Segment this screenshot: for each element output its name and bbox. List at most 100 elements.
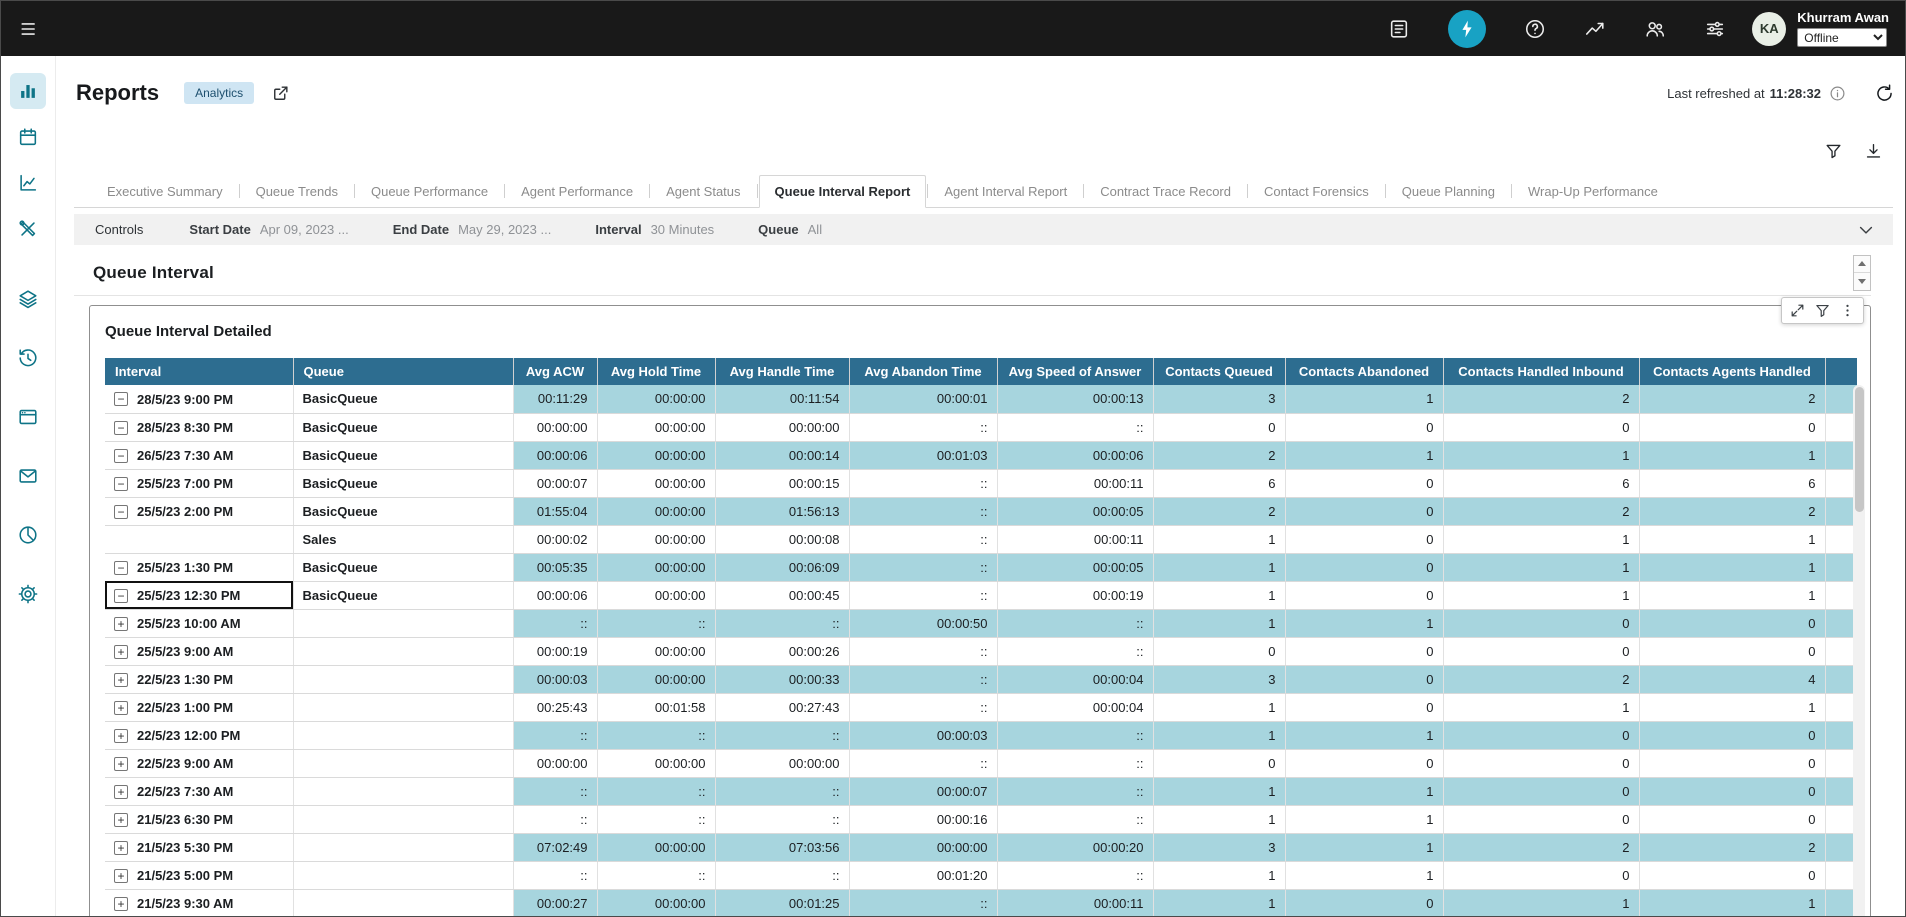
metric-cell[interactable]: 2 <box>1639 833 1825 861</box>
metric-cell[interactable]: 1 <box>1285 385 1443 413</box>
metric-cell[interactable]: 0 <box>1443 637 1639 665</box>
metric-cell[interactable]: 00:00:50 <box>849 609 997 637</box>
expand-toggle-icon[interactable]: + <box>114 645 128 659</box>
interval-cell[interactable]: −26/5/23 7:30 AM <box>105 441 293 469</box>
metric-cell[interactable]: :: <box>849 749 997 777</box>
metric-cell[interactable]: :: <box>997 413 1153 441</box>
column-header-avg-acw[interactable]: Avg ACW <box>513 358 597 385</box>
metric-cell[interactable]: 0 <box>1639 637 1825 665</box>
metric-cell[interactable]: 00:00:14 <box>715 441 849 469</box>
interval-cell[interactable] <box>105 525 293 553</box>
metric-cell[interactable]: 00:00:33 <box>715 665 849 693</box>
sidebar-item-gear[interactable] <box>10 576 46 612</box>
metric-cell[interactable]: 00:01:25 <box>715 889 849 916</box>
queue-cell[interactable]: BasicQueue <box>293 553 513 581</box>
interval-cell[interactable]: −28/5/23 8:30 PM <box>105 413 293 441</box>
interval-cell[interactable]: +25/5/23 10:00 AM <box>105 609 293 637</box>
metric-cell[interactable]: 0 <box>1443 861 1639 889</box>
expand-toggle-icon[interactable]: + <box>114 617 128 631</box>
metric-cell[interactable]: 00:00:00 <box>597 441 715 469</box>
metric-cell[interactable]: 1 <box>1285 861 1443 889</box>
queue-cell[interactable] <box>293 637 513 665</box>
metric-cell[interactable]: 00:00:00 <box>597 553 715 581</box>
metric-cell[interactable]: 00:00:15 <box>715 469 849 497</box>
scroll-up-arrow-icon[interactable] <box>1854 256 1870 273</box>
metric-cell[interactable]: 0 <box>1443 805 1639 833</box>
metric-cell[interactable]: 0 <box>1285 749 1443 777</box>
metric-cell[interactable]: 0 <box>1153 749 1285 777</box>
column-header-contacts-abandoned[interactable]: Contacts Abandoned <box>1285 358 1443 385</box>
metric-cell[interactable]: 0 <box>1639 609 1825 637</box>
metric-cell[interactable]: :: <box>513 861 597 889</box>
control-value[interactable]: All <box>808 222 822 237</box>
metric-cell[interactable]: 00:00:45 <box>715 581 849 609</box>
metric-cell[interactable]: 00:00:00 <box>597 581 715 609</box>
collapse-toggle-icon[interactable]: − <box>114 449 128 463</box>
metric-cell[interactable]: 00:00:16 <box>849 805 997 833</box>
sliders-button[interactable] <box>1704 18 1726 40</box>
tab-agent-interval-report[interactable]: Agent Interval Report <box>929 175 1082 207</box>
chevron-down-icon[interactable] <box>1856 220 1876 240</box>
metric-cell[interactable]: 0 <box>1639 777 1825 805</box>
metric-cell[interactable]: 00:00:00 <box>597 525 715 553</box>
control-value[interactable]: 30 Minutes <box>651 222 715 237</box>
column-header-avg-abandon-time[interactable]: Avg Abandon Time <box>849 358 997 385</box>
metric-cell[interactable]: :: <box>997 805 1153 833</box>
metric-cell[interactable]: 00:00:00 <box>513 749 597 777</box>
metric-cell[interactable]: 00:01:03 <box>849 441 997 469</box>
expand-toggle-icon[interactable]: + <box>114 729 128 743</box>
interval-cell[interactable]: −25/5/23 1:30 PM <box>105 553 293 581</box>
metric-cell[interactable]: 1 <box>1443 581 1639 609</box>
metric-cell[interactable]: 0 <box>1153 637 1285 665</box>
metric-cell[interactable]: :: <box>997 777 1153 805</box>
tab-queue-performance[interactable]: Queue Performance <box>356 175 503 207</box>
metric-cell[interactable]: 00:05:35 <box>513 553 597 581</box>
metric-cell[interactable]: 00:27:43 <box>715 693 849 721</box>
sidebar-item-line-chart[interactable] <box>10 165 46 201</box>
metric-cell[interactable]: 00:00:13 <box>997 385 1153 413</box>
metric-cell[interactable]: :: <box>715 609 849 637</box>
metric-cell[interactable]: 0 <box>1443 413 1639 441</box>
tab-executive-summary[interactable]: Executive Summary <box>92 175 238 207</box>
metric-cell[interactable]: 00:00:19 <box>997 581 1153 609</box>
metric-cell[interactable]: 1 <box>1153 581 1285 609</box>
metric-cell[interactable]: 00:01:20 <box>849 861 997 889</box>
metric-cell[interactable]: 00:00:11 <box>997 469 1153 497</box>
filter-button[interactable] <box>1824 140 1843 159</box>
metric-cell[interactable]: :: <box>849 637 997 665</box>
metric-cell[interactable]: 1 <box>1153 525 1285 553</box>
metric-cell[interactable]: :: <box>513 721 597 749</box>
metric-cell[interactable]: 00:00:00 <box>597 385 715 413</box>
metric-cell[interactable]: 00:00:00 <box>597 469 715 497</box>
metric-cell[interactable]: 1 <box>1639 693 1825 721</box>
metric-cell[interactable]: :: <box>997 749 1153 777</box>
metric-cell[interactable]: 00:00:05 <box>997 497 1153 525</box>
queue-cell[interactable] <box>293 777 513 805</box>
metric-cell[interactable]: 0 <box>1639 413 1825 441</box>
metric-cell[interactable]: 00:00:11 <box>997 525 1153 553</box>
metric-cell[interactable]: 00:00:00 <box>597 833 715 861</box>
metric-cell[interactable]: 00:01:58 <box>597 693 715 721</box>
metric-cell[interactable]: :: <box>997 721 1153 749</box>
metric-cell[interactable]: 0 <box>1285 497 1443 525</box>
column-header-queue[interactable]: Queue <box>293 358 513 385</box>
metric-cell[interactable]: :: <box>597 805 715 833</box>
sidebar-item-window[interactable] <box>10 399 46 435</box>
queue-cell[interactable] <box>293 805 513 833</box>
metric-cell[interactable]: 0 <box>1153 413 1285 441</box>
metric-cell[interactable]: 1 <box>1639 553 1825 581</box>
metric-cell[interactable]: 1 <box>1285 721 1443 749</box>
interval-cell[interactable]: +22/5/23 9:00 AM <box>105 749 293 777</box>
metric-cell[interactable]: :: <box>513 609 597 637</box>
metric-cell[interactable]: 2 <box>1639 497 1825 525</box>
help-button[interactable] <box>1524 18 1546 40</box>
metric-cell[interactable]: 6 <box>1639 469 1825 497</box>
metric-cell[interactable]: 1 <box>1443 525 1639 553</box>
metric-cell[interactable]: :: <box>849 497 997 525</box>
metric-cell[interactable]: 00:00:00 <box>849 833 997 861</box>
queue-cell[interactable] <box>293 749 513 777</box>
metric-cell[interactable]: 00:00:06 <box>513 581 597 609</box>
external-link-icon[interactable] <box>271 83 291 103</box>
interval-cell[interactable]: +25/5/23 9:00 AM <box>105 637 293 665</box>
metric-cell[interactable]: 0 <box>1639 749 1825 777</box>
